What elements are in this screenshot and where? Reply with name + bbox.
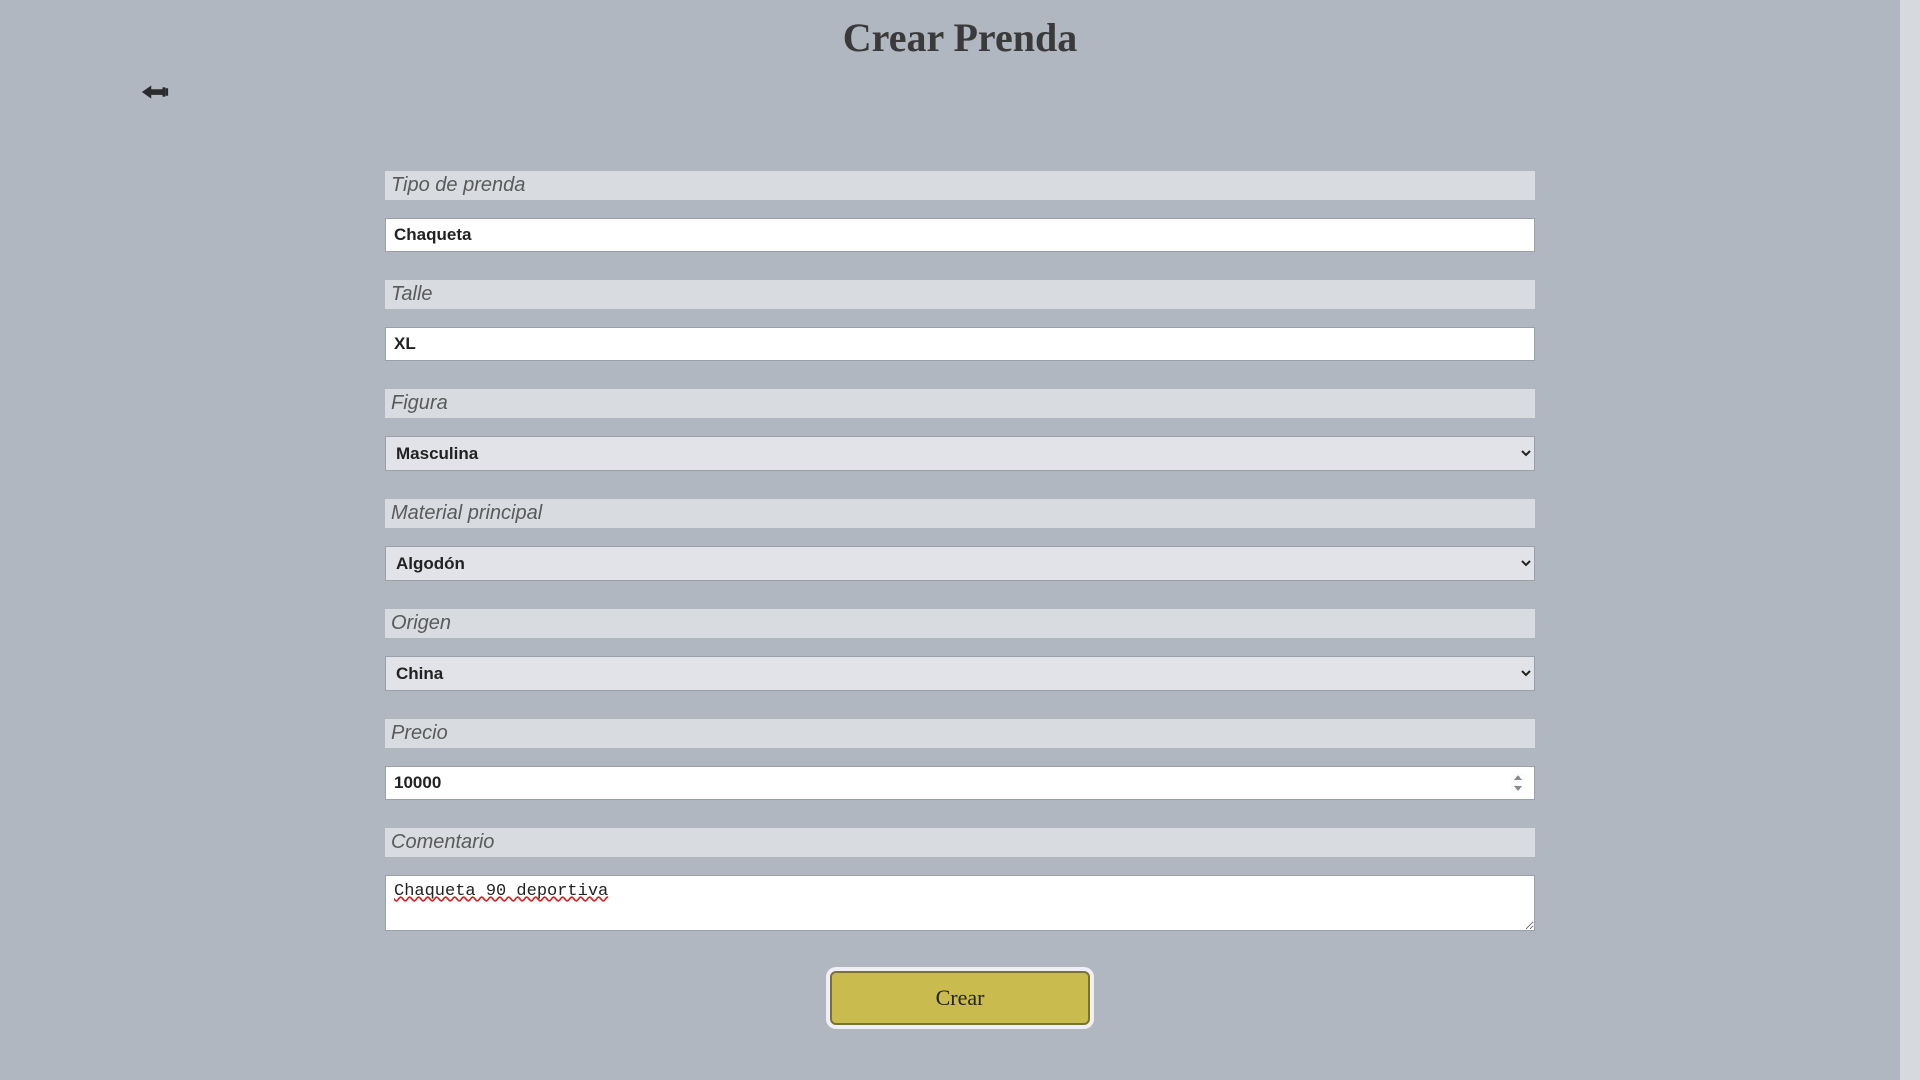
label-comentario: Comentario — [385, 828, 1535, 857]
page-root: Crear Prenda Tipo de prenda Talle Figura… — [0, 0, 1920, 1080]
field-tipo-prenda: Tipo de prenda — [385, 171, 1535, 252]
label-talle: Talle — [385, 280, 1535, 309]
label-tipo-prenda: Tipo de prenda — [385, 171, 1535, 200]
hand-point-left-icon[interactable] — [140, 80, 170, 104]
scrollbar-vertical[interactable] — [1900, 0, 1920, 1080]
label-material: Material principal — [385, 499, 1535, 528]
select-figura[interactable]: Masculina — [385, 436, 1535, 471]
label-figura: Figura — [385, 389, 1535, 418]
field-figura: Figura Masculina — [385, 389, 1535, 471]
label-precio: Precio — [385, 719, 1535, 748]
textarea-comentario[interactable] — [385, 875, 1535, 931]
input-tipo-prenda[interactable] — [385, 218, 1535, 252]
field-material: Material principal Algodón — [385, 499, 1535, 581]
label-origen: Origen — [385, 609, 1535, 638]
actions-row: Crear — [385, 971, 1535, 1025]
field-talle: Talle — [385, 280, 1535, 361]
field-precio: Precio — [385, 719, 1535, 800]
create-garment-form: Tipo de prenda Talle Figura Masculina Ma… — [385, 171, 1535, 931]
select-material[interactable]: Algodón — [385, 546, 1535, 581]
page-title: Crear Prenda — [0, 0, 1920, 61]
input-precio[interactable] — [385, 766, 1535, 800]
field-origen: Origen China — [385, 609, 1535, 691]
select-origen[interactable]: China — [385, 656, 1535, 691]
field-comentario: Comentario — [385, 828, 1535, 931]
input-talle[interactable] — [385, 327, 1535, 361]
create-button[interactable]: Crear — [830, 971, 1090, 1025]
